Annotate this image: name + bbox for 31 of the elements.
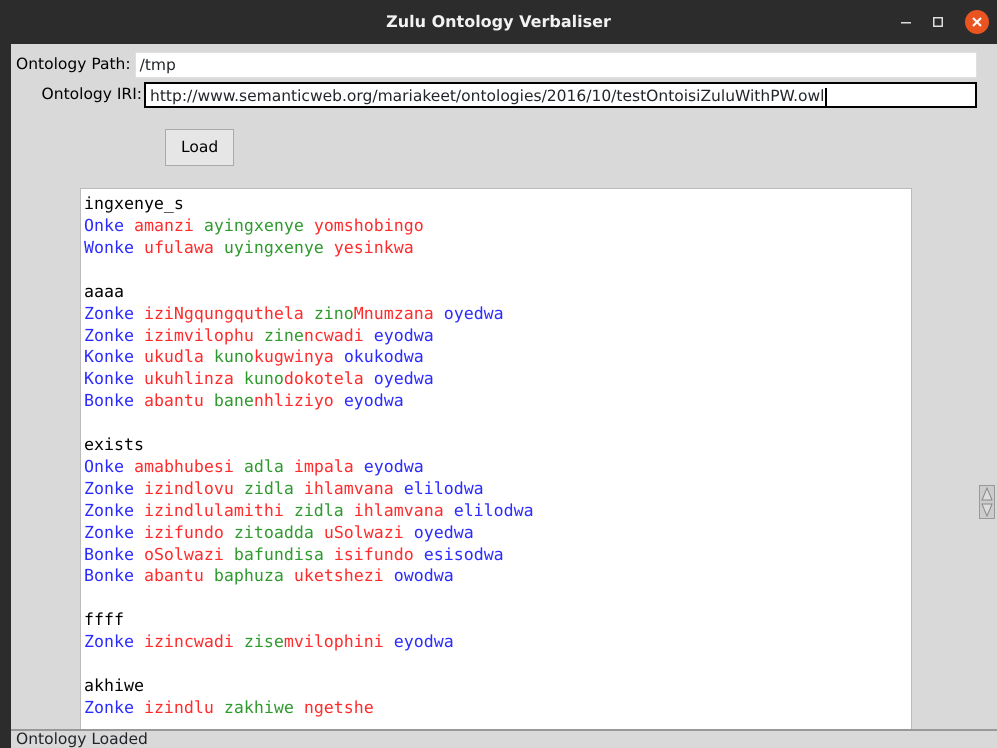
- close-icon[interactable]: [965, 10, 989, 34]
- section-heading: ffff: [84, 609, 124, 632]
- section-heading: exists: [84, 434, 144, 456]
- path-label: Ontology Path:: [16, 54, 131, 76]
- load-button[interactable]: Load: [165, 129, 234, 166]
- verbalisation-line: Onke amanzi ayingxenye yomshobingo: [84, 216, 424, 236]
- verbalisation-line: Zonke izimvilophu zinencwadi eyodwa: [84, 326, 434, 345]
- verbalisation-line: Zonke izincwadi zisemvilophini eyodwa: [84, 632, 454, 652]
- verbalisation-line: Zonke izindlovu zidla ihlamvana elilodwa: [84, 478, 484, 498]
- verbalisation-line: Onke amabhubesi adla impala eyodwa: [84, 456, 424, 476]
- section-heading: akhiwe: [84, 674, 144, 697]
- window-title: Zulu Ontology Verbaliser: [386, 11, 611, 33]
- verbalisation-line: Bonke oSolwazi bafundisa isifundo esisodwa: [84, 544, 504, 564]
- verbalisation-line: Wonke ufulawa uyingxenye yesinkwa: [84, 238, 414, 258]
- verbalisation-line: Zonke izindlulamithi zidla ihlamvana elilodwa: [84, 500, 534, 520]
- iri-field[interactable]: http://www.semanticweb.org/mariakeet/ontologies/2016/10/testOntoisiZuluWithPW.owl: [144, 82, 977, 108]
- verbalisation-line: Konke ukuhlinza kunodokotela oyedwa: [84, 369, 434, 388]
- verbalisation-line: Zonke izifundo zitoadda uSolwazi oyedwa: [84, 522, 474, 542]
- verbalisation-line: Zonke iziNgqungquthela zinoMnumzana oyedwa: [84, 304, 504, 323]
- verbalisation-line: Konke ukudla kunokugwinya okukodwa: [84, 347, 424, 366]
- status-bar: Ontology Loaded: [11, 729, 997, 748]
- verbalisation-line: Zonke izindlu zakhiwe ngetshe: [84, 698, 374, 717]
- verbalisation-line: Bonke abantu banenhliziyo eyodwa: [84, 391, 404, 410]
- section-heading: ingxenye_s: [84, 193, 184, 216]
- scroll-arrows-icon[interactable]: [979, 485, 995, 519]
- minimize-icon[interactable]: [901, 20, 911, 24]
- section-heading: aaaa: [84, 280, 124, 303]
- iri-label: Ontology IRI:: [40, 84, 142, 106]
- path-field[interactable]: /tmp: [134, 52, 977, 78]
- verbalisation-line: Bonke abantu baphuza uketshezi owodwa: [84, 566, 454, 586]
- maximize-icon[interactable]: [933, 17, 943, 27]
